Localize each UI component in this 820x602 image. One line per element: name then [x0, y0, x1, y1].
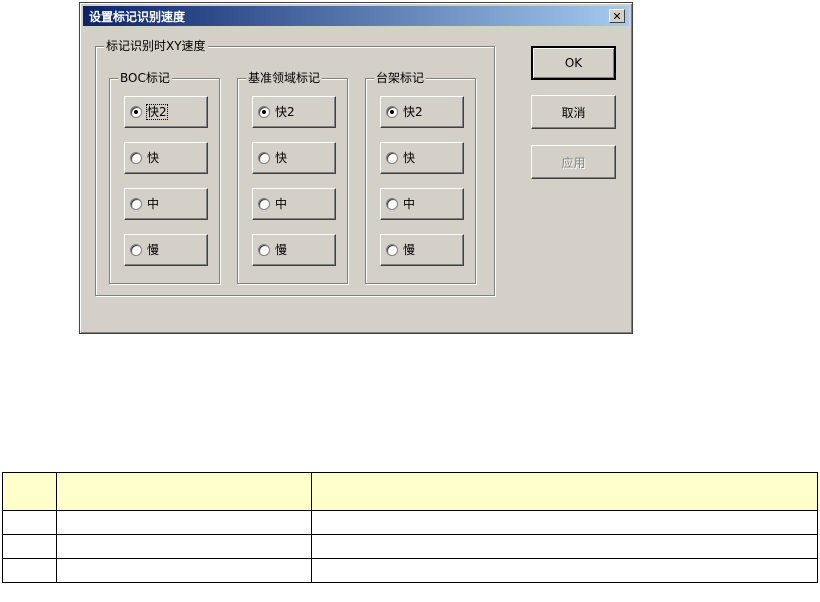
boc-option-fast[interactable]: 快: [124, 142, 208, 174]
boc-mark-group: BOC标记 快2 快 中 慢: [109, 71, 220, 284]
xy-speed-group-title: 标记识别时XY速度: [104, 39, 208, 53]
option-label: 快: [403, 151, 416, 165]
stage-option-fast2[interactable]: 快2: [380, 96, 464, 128]
radio-selected-icon: [258, 106, 270, 118]
base-option-medium[interactable]: 中: [252, 188, 336, 220]
stage-option-medium[interactable]: 中: [380, 188, 464, 220]
radio-empty-icon: [386, 198, 398, 210]
speed-settings-dialog: 设置标记识别速度 ✕ 标记识别时XY速度 BOC标记 快2 快 中 慢 基准领域…: [79, 2, 633, 334]
dialog-title: 设置标记识别速度: [89, 9, 186, 24]
option-label: 快2: [275, 105, 295, 119]
radio-empty-icon: [258, 244, 270, 256]
stage-option-slow[interactable]: 慢: [380, 234, 464, 266]
radio-empty-icon: [258, 152, 270, 164]
option-label: 中: [147, 197, 160, 211]
radio-empty-icon: [258, 198, 270, 210]
option-label: 中: [275, 197, 288, 211]
table-row: [2, 510, 819, 535]
table-header-row: [2, 472, 819, 511]
radio-empty-icon: [386, 244, 398, 256]
radio-empty-icon: [130, 198, 142, 210]
base-area-mark-group: 基准领域标记 快2 快 中 慢: [237, 71, 348, 284]
table-cell: [2, 558, 57, 583]
table-cell: [310, 558, 819, 583]
header-cell: [2, 472, 57, 511]
option-label: 慢: [275, 243, 288, 257]
header-cell: [310, 472, 819, 511]
table-cell: [55, 534, 312, 559]
radio-selected-icon: [130, 106, 142, 118]
table-row: [2, 534, 819, 559]
table-cell: [2, 510, 57, 535]
option-label: 快2: [146, 104, 168, 120]
table-cell: [55, 510, 312, 535]
header-cell: [55, 472, 312, 511]
radio-empty-icon: [386, 152, 398, 164]
table-row: [2, 558, 819, 583]
dialog-titlebar: 设置标记识别速度 ✕: [83, 6, 629, 26]
stage-mark-group-title: 台架标记: [374, 71, 427, 85]
close-icon: ✕: [612, 9, 622, 23]
boc-option-fast2[interactable]: 快2: [124, 96, 208, 128]
apply-button: 应用: [531, 145, 616, 179]
boc-option-medium[interactable]: 中: [124, 188, 208, 220]
xy-speed-group: 标记识别时XY速度 BOC标记 快2 快 中 慢 基准领域标记 快2 快 中 慢…: [95, 39, 495, 296]
description-table: [2, 472, 819, 583]
option-label: 中: [403, 197, 416, 211]
radio-empty-icon: [130, 244, 142, 256]
table-cell: [310, 534, 819, 559]
boc-mark-group-title: BOC标记: [118, 71, 172, 85]
boc-option-slow[interactable]: 慢: [124, 234, 208, 266]
radio-selected-icon: [386, 106, 398, 118]
table-cell: [2, 534, 57, 559]
option-label: 慢: [147, 243, 160, 257]
base-option-fast[interactable]: 快: [252, 142, 336, 174]
stage-option-fast[interactable]: 快: [380, 142, 464, 174]
option-label: 快: [275, 151, 288, 165]
cancel-button[interactable]: 取消: [531, 95, 616, 129]
option-label: 慢: [403, 243, 416, 257]
option-label: 快: [147, 151, 160, 165]
base-area-mark-group-title: 基准领域标记: [246, 71, 323, 85]
table-cell: [55, 558, 312, 583]
close-button[interactable]: ✕: [609, 9, 625, 23]
radio-empty-icon: [130, 152, 142, 164]
table-cell: [310, 510, 819, 535]
ok-button[interactable]: OK: [531, 46, 616, 80]
base-option-fast2[interactable]: 快2: [252, 96, 336, 128]
base-option-slow[interactable]: 慢: [252, 234, 336, 266]
option-label: 快2: [403, 105, 423, 119]
stage-mark-group: 台架标记 快2 快 中 慢: [365, 71, 476, 284]
